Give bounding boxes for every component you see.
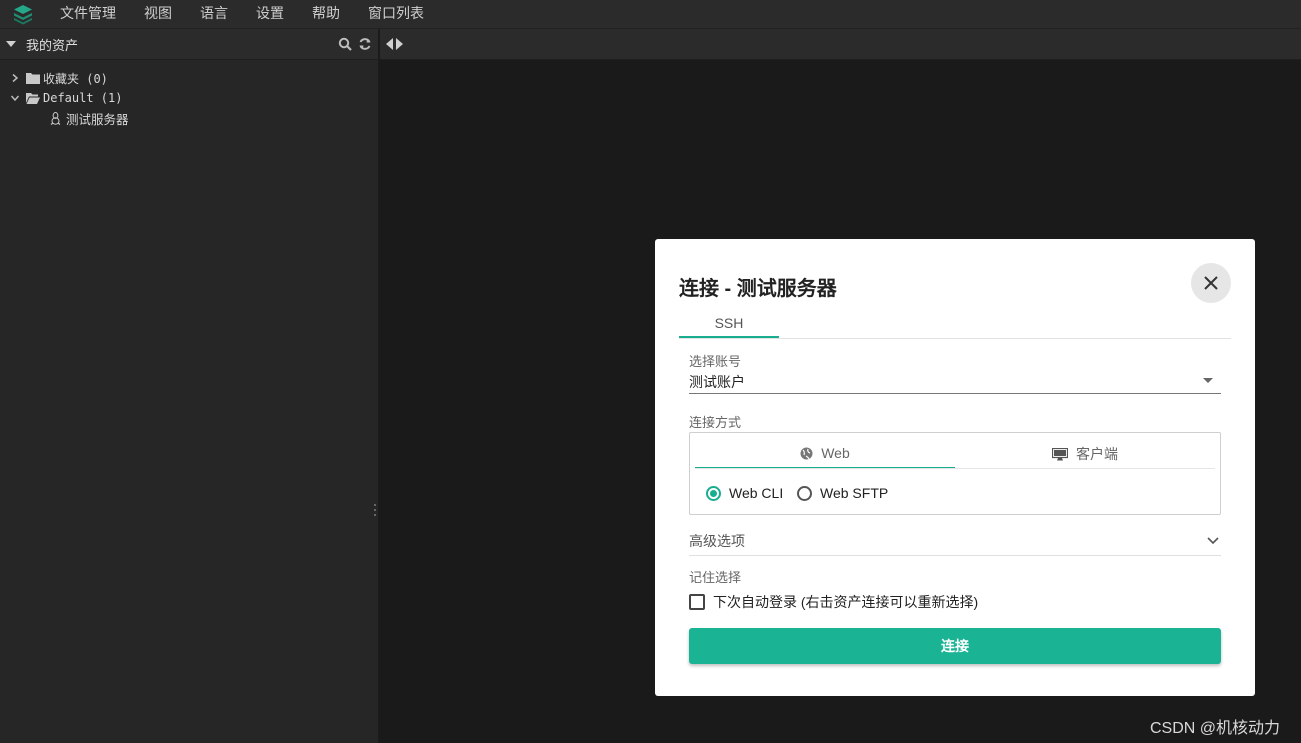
menu-bar: 文件管理 视图 语言 设置 帮助 窗口列表 (0, 0, 1301, 29)
conn-method-label: 连接方式 (689, 415, 742, 430)
scroll-right-icon[interactable] (395, 38, 404, 50)
tab-web[interactable]: Web (695, 439, 955, 469)
app-logo-icon (0, 0, 46, 29)
auto-login-checkbox-row[interactable]: 下次自动登录 (右击资产连接可以重新选择) (689, 592, 978, 612)
radio-web-sftp[interactable]: Web SFTP (797, 485, 888, 501)
chevron-down-icon[interactable] (10, 93, 20, 103)
sidebar-header: 我的资产 (0, 29, 378, 60)
folder-icon (26, 73, 40, 84)
close-icon (1204, 276, 1218, 290)
chevron-down-icon (1207, 537, 1219, 545)
radio-web-cli[interactable]: Web CLI (706, 485, 783, 501)
tab-web-label: Web (821, 445, 850, 461)
watermark: CSDN @机核动力 (1150, 720, 1281, 737)
asset-sidebar: 我的资产 收藏夹 (0) Default (1) 测试服务器 (0, 29, 379, 743)
dialog-title: 连接 - 测试服务器 (679, 278, 837, 300)
sidebar-title: 我的资产 (26, 38, 79, 54)
chevron-right-icon[interactable] (10, 73, 20, 83)
folder-open-icon (26, 93, 40, 104)
tree-folder-default[interactable]: Default (1) (0, 88, 378, 108)
conn-tab-divider (695, 468, 1215, 469)
dropdown-arrow-icon (1203, 378, 1213, 383)
search-icon[interactable] (338, 37, 352, 51)
asset-tree: 收藏夹 (0) Default (1) 测试服务器 (0, 60, 378, 128)
tab-ssh[interactable]: SSH (679, 311, 779, 339)
account-select[interactable]: 测试账户 (689, 369, 1221, 394)
tab-divider (679, 338, 1231, 339)
close-button[interactable] (1191, 263, 1231, 303)
sidebar-resize-handle[interactable] (374, 504, 377, 518)
menu-window-list[interactable]: 窗口列表 (354, 0, 438, 29)
radio-label: Web SFTP (820, 485, 889, 501)
connect-button[interactable]: 连接 (689, 628, 1221, 664)
tree-folder-favorites[interactable]: 收藏夹 (0) (0, 68, 378, 88)
radio-label: Web CLI (729, 485, 784, 501)
menu-settings[interactable]: 设置 (242, 0, 298, 29)
auto-login-checkbox[interactable] (689, 594, 705, 610)
tree-folder-label: Default (1) (43, 91, 123, 105)
tree-item-label: 测试服务器 (66, 111, 129, 127)
menu-file[interactable]: 文件管理 (46, 0, 130, 29)
remember-label: 记住选择 (689, 570, 742, 585)
menu-language[interactable]: 语言 (186, 0, 242, 29)
tree-folder-label: 收藏夹 (0) (43, 71, 108, 86)
radio-checked-icon (706, 485, 721, 501)
linux-icon (50, 111, 61, 125)
tab-bar (380, 29, 1301, 60)
scroll-left-icon[interactable] (385, 38, 394, 50)
caret-down-icon[interactable] (6, 39, 16, 49)
menu-view[interactable]: 视图 (130, 0, 186, 29)
refresh-icon[interactable] (358, 37, 372, 51)
desktop-icon (1052, 447, 1068, 460)
radio-unchecked-icon (797, 485, 812, 501)
tab-client[interactable]: 客户端 (955, 439, 1215, 469)
tab-client-label: 客户端 (1076, 446, 1118, 462)
account-value: 测试账户 (689, 374, 745, 390)
menu-help[interactable]: 帮助 (298, 0, 354, 29)
auto-login-label: 下次自动登录 (右击资产连接可以重新选择) (713, 594, 979, 610)
tree-item-test-server[interactable]: 测试服务器 (0, 108, 378, 128)
account-label: 选择账号 (689, 354, 742, 369)
connect-dialog: 连接 - 测试服务器 SSH 选择账号 测试账户 连接方式 Web 客户端 We… (655, 239, 1255, 696)
advanced-options-label: 高级选项 (689, 533, 745, 549)
advanced-options-toggle[interactable]: 高级选项 (689, 529, 1221, 556)
globe-icon (800, 447, 813, 459)
conn-method-box: Web 客户端 Web CLI Web SFTP (689, 432, 1221, 515)
